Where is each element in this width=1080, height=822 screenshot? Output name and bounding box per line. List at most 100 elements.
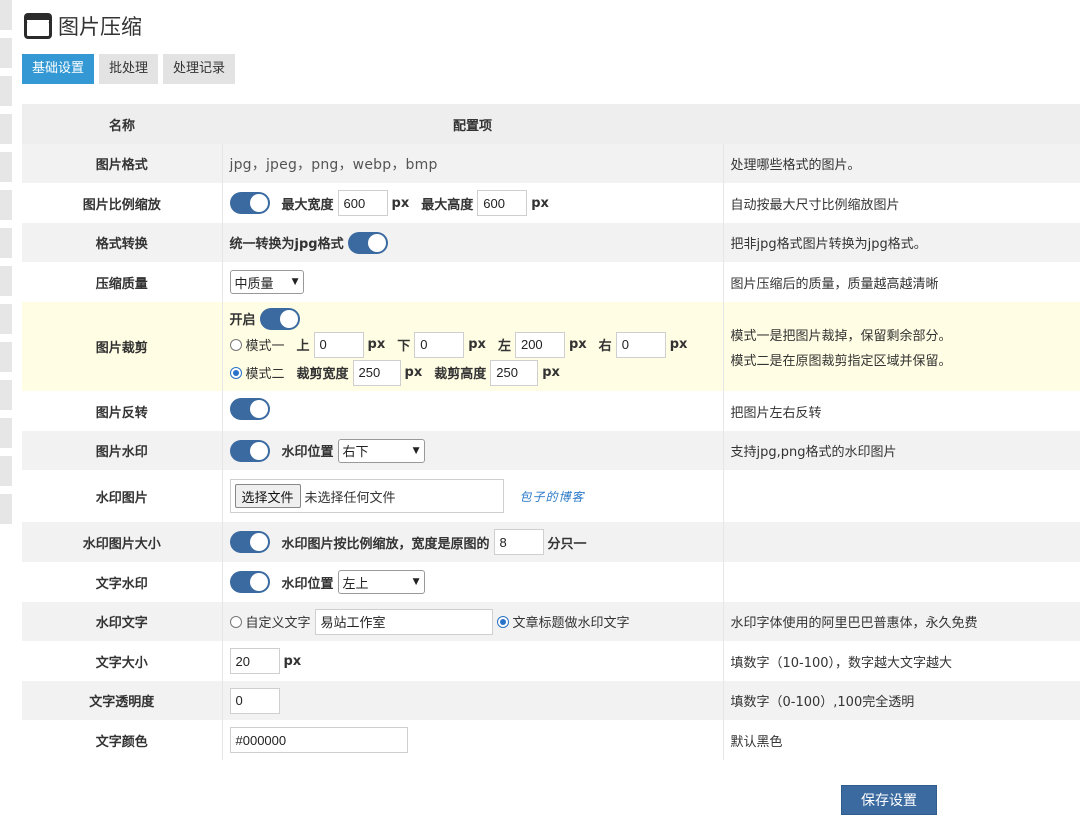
- max-height-input[interactable]: 600: [477, 190, 528, 216]
- watermark-size-suffix: 分只一: [547, 536, 587, 552]
- row-label: 水印图片大小: [22, 522, 223, 562]
- file-status: 未选择任何文件: [304, 490, 396, 506]
- title-text-label: 文章标题做水印文字: [512, 616, 630, 631]
- text-watermark-position-value: 左上: [342, 576, 369, 592]
- opacity-input[interactable]: 0: [229, 687, 280, 714]
- row-desc: 填数字（10-100），数字越大文字越大: [730, 655, 953, 671]
- page-header: 图片压缩: [24, 10, 142, 42]
- crop-mode1-radio[interactable]: [229, 338, 242, 351]
- row-flip: 图片反转 把图片左右反转: [22, 391, 1080, 431]
- row-label: 图片反转: [22, 391, 223, 431]
- tab-batch[interactable]: 批处理: [99, 54, 159, 84]
- chevron-down-icon: ▼: [412, 445, 420, 456]
- unit-label: px: [391, 195, 410, 211]
- row-label: 图片比例缩放: [22, 183, 223, 223]
- crop-mode2-radio[interactable]: [229, 366, 242, 379]
- settings-table: 名称 配置项 图片格式 jpg，jpeg，png，webp，bmp 处理哪些格式…: [22, 104, 1080, 760]
- color-input[interactable]: #000000: [229, 727, 408, 753]
- row-label: 图片水印: [22, 431, 223, 470]
- custom-text-radio[interactable]: [229, 615, 242, 628]
- crop-toggle[interactable]: [259, 307, 300, 330]
- max-height-label: 最大高度: [421, 197, 474, 213]
- tab-history[interactable]: 处理记录: [163, 54, 236, 84]
- crop-left-input[interactable]: 200: [514, 331, 565, 358]
- row-desc: 支持jpg,png格式的水印图片: [730, 445, 897, 460]
- title-text-radio[interactable]: [496, 615, 509, 628]
- left-edge-strip: [0, 0, 12, 822]
- unit-label: px: [367, 337, 386, 352]
- row-label: 水印文字: [22, 602, 223, 641]
- max-width-label: 最大宽度: [281, 197, 334, 213]
- row-desc: [723, 470, 1080, 522]
- crop-width-label: 裁剪宽度: [296, 367, 349, 382]
- file-input[interactable]: 选择文件 未选择任何文件: [229, 479, 504, 513]
- max-width-input[interactable]: 600: [337, 190, 388, 216]
- row-watermark: 图片水印 水印位置 右下 ▼ 支持jpg,png格式的水印图片: [22, 431, 1080, 470]
- row-label: 水印图片: [22, 470, 223, 522]
- font-size-input[interactable]: 20: [229, 648, 280, 674]
- custom-text-input[interactable]: 易站工作室: [314, 608, 493, 635]
- watermark-size-toggle[interactable]: [229, 531, 270, 553]
- unit-label: px: [283, 653, 302, 669]
- save-button[interactable]: 保存设置: [841, 785, 937, 815]
- crop-enable-label: 开启: [229, 313, 256, 328]
- crop-bottom-label: 下: [397, 339, 411, 354]
- crop-right-label: 右: [598, 339, 612, 354]
- unit-label: px: [669, 337, 688, 352]
- row-watermark-text: 水印文字 自定义文字 易站工作室 文章标题做水印文字 水印字体使用的阿里巴巴普惠…: [22, 602, 1080, 641]
- row-label: 图片裁剪: [22, 302, 223, 391]
- row-label: 文字透明度: [22, 681, 223, 720]
- unit-label: px: [404, 365, 423, 380]
- row-desc: 把图片左右反转: [730, 405, 822, 421]
- quality-select[interactable]: 中质量 ▼: [229, 270, 304, 294]
- crop-width-input[interactable]: 250: [352, 359, 401, 386]
- quality-value: 中质量: [234, 276, 274, 292]
- tab-basic-settings[interactable]: 基础设置: [22, 54, 95, 84]
- flip-toggle[interactable]: [229, 398, 270, 420]
- convert-label: 统一转换为jpg格式: [229, 237, 344, 252]
- watermark-size-input[interactable]: 8: [493, 529, 544, 555]
- row-watermark-size: 水印图片大小 水印图片按比例缩放，宽度是原图的 8 分只一: [22, 522, 1080, 562]
- crop-bottom-input[interactable]: 0: [414, 331, 465, 358]
- text-watermark-toggle[interactable]: [229, 571, 270, 593]
- row-desc: 水印字体使用的阿里巴巴普惠体，永久免费: [730, 616, 978, 631]
- row-label: 文字大小: [22, 641, 223, 681]
- watermark-toggle[interactable]: [229, 439, 270, 462]
- convert-toggle[interactable]: [347, 231, 388, 254]
- row-quality: 压缩质量 中质量 ▼ 图片压缩后的质量，质量越高越清晰: [22, 262, 1080, 302]
- tab-bar: 基础设置 批处理 处理记录: [22, 54, 236, 84]
- row-desc: 自动按最大尺寸比例缩放图片: [730, 197, 900, 213]
- header-desc: [723, 104, 1080, 144]
- unit-label: px: [468, 337, 486, 352]
- row-desc: 处理哪些格式的图片。: [730, 158, 861, 173]
- text-watermark-position-label: 水印位置: [281, 576, 334, 592]
- custom-text-label: 自定义文字: [245, 616, 311, 631]
- format-list: jpg，jpeg，png，webp，bmp: [229, 156, 438, 173]
- crop-desc-1: 模式一是把图片裁掉，保留剩余部分。: [730, 328, 952, 344]
- row-desc: 默认黑色: [730, 734, 783, 750]
- scale-toggle[interactable]: [229, 192, 270, 214]
- crop-top-input[interactable]: 0: [313, 331, 364, 358]
- crop-height-label: 裁剪高度: [434, 367, 487, 382]
- crop-height-input[interactable]: 250: [490, 359, 539, 386]
- row-desc: [723, 522, 1080, 562]
- row-scale: 图片比例缩放 最大宽度 600 px 最大高度 600 px 自动按最大尺寸比例…: [22, 183, 1080, 223]
- row-label: 图片格式: [22, 144, 223, 183]
- row-label: 格式转换: [22, 223, 223, 262]
- chevron-down-icon: ▼: [291, 277, 299, 287]
- crop-mode1-label: 模式一: [245, 339, 285, 354]
- row-format: 图片格式 jpg，jpeg，png，webp，bmp 处理哪些格式的图片。: [22, 144, 1080, 183]
- row-watermark-image: 水印图片 选择文件 未选择任何文件 包子的博客: [22, 470, 1080, 522]
- row-desc: [723, 562, 1080, 602]
- choose-file-button[interactable]: 选择文件: [234, 484, 301, 508]
- watermark-position-select[interactable]: 右下 ▼: [337, 438, 425, 463]
- watermark-size-prefix: 水印图片按比例缩放，宽度是原图的: [281, 536, 490, 552]
- watermark-position-value: 右下: [342, 445, 369, 460]
- text-watermark-position-select[interactable]: 左上 ▼: [337, 570, 425, 594]
- row-opacity: 文字透明度 0 填数字（0-100）,100完全透明: [22, 681, 1080, 720]
- row-desc: 把非jpg格式图片转换为jpg格式。: [730, 237, 927, 252]
- crop-right-input[interactable]: 0: [615, 331, 666, 358]
- row-convert: 格式转换 统一转换为jpg格式 把非jpg格式图片转换为jpg格式。: [22, 223, 1080, 262]
- unit-label: px: [531, 195, 549, 211]
- row-label: 压缩质量: [22, 262, 223, 302]
